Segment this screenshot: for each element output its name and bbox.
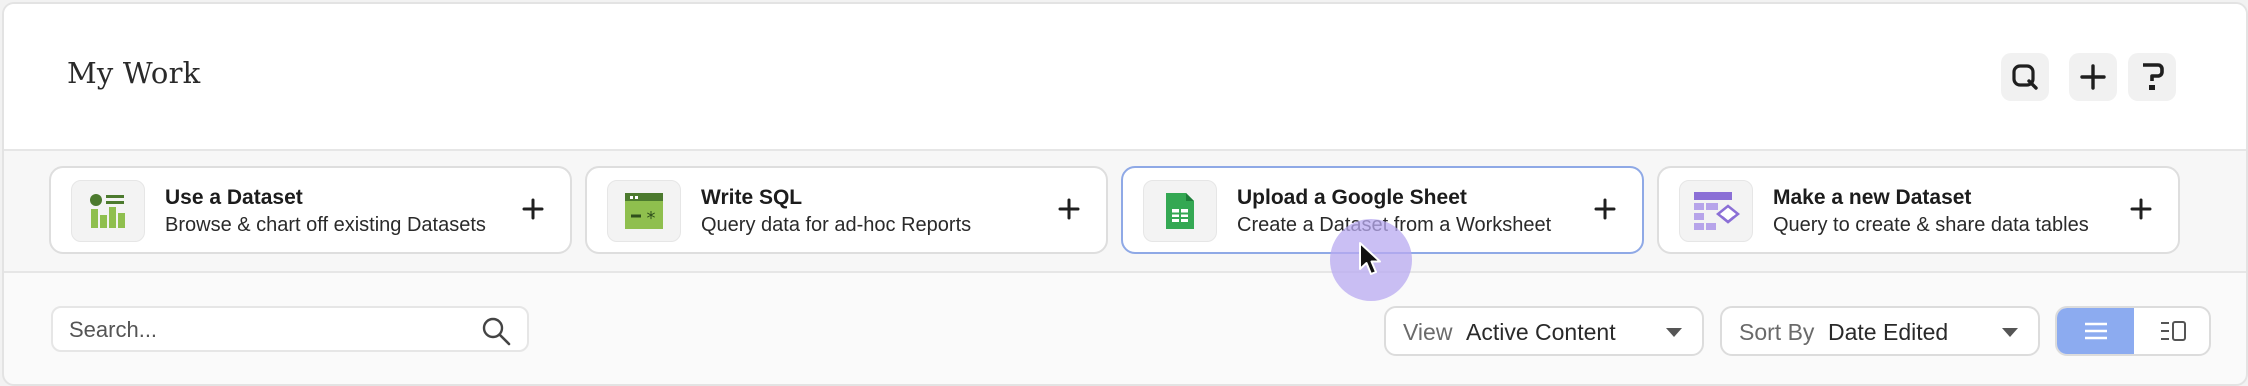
plus-icon[interactable] [2130,198,2152,220]
sql-terminal-icon: * [607,180,681,242]
make-new-dataset-card[interactable]: Make a new Dataset Query to create & sha… [1657,166,2180,254]
chevron-down-icon [2002,328,2018,337]
plus-icon [2080,64,2106,90]
view-label: View [1403,319,1453,345]
plus-icon[interactable] [522,198,544,220]
chevron-down-icon [1666,328,1682,337]
layout-toggle [2055,306,2211,356]
card-title: Write SQL [701,186,803,209]
plus-icon[interactable] [1594,198,1616,220]
search-input[interactable] [67,314,471,346]
view-dropdown[interactable]: View Active Content [1384,306,1704,356]
my-work-panel: My Work Use a Dataset Browse & chart off… [2,2,2248,386]
dataset-chart-icon [71,180,145,242]
list-view-button[interactable] [2057,308,2134,354]
plus-icon[interactable] [1058,198,1080,220]
card-subtitle: Query to create & share data tables [1773,214,2089,236]
filter-toolbar: View Active Content Sort By Date Edited [4,273,2246,384]
search-button[interactable] [2001,53,2049,101]
card-subtitle: Query data for ad-hoc Reports [701,214,972,236]
search-box [51,306,529,352]
detail-view-button[interactable] [2134,308,2209,354]
card-subtitle: Browse & chart off existing Datasets [165,214,486,236]
sort-value: Date Edited [1828,319,1949,345]
write-sql-card[interactable]: * Write SQL Query data for ad-hoc Report… [585,166,1108,254]
page-header: My Work [4,4,2246,151]
quick-actions-row: Use a Dataset Browse & chart off existin… [4,151,2246,273]
search-icon[interactable] [481,316,511,346]
svg-text:*: * [647,208,656,229]
list-icon [2084,322,2107,340]
use-dataset-card[interactable]: Use a Dataset Browse & chart off existin… [49,166,572,254]
mouse-pointer-icon [1359,242,1381,275]
card-title: Make a new Dataset [1773,186,1972,209]
new-dataset-icon [1679,180,1753,242]
search-icon [2012,64,2038,90]
page-title: My Work [67,56,201,90]
google-sheets-icon [1143,180,1217,242]
help-button[interactable] [2128,53,2176,101]
card-title: Upload a Google Sheet [1237,186,1467,209]
card-title: Use a Dataset [165,186,303,209]
sort-label: Sort By [1739,319,1815,345]
help-icon [2143,63,2164,90]
view-value: Active Content [1466,319,1616,345]
create-button[interactable] [2069,53,2117,101]
sort-dropdown[interactable]: Sort By Date Edited [1720,306,2040,356]
grid-detail-icon [2160,321,2186,341]
